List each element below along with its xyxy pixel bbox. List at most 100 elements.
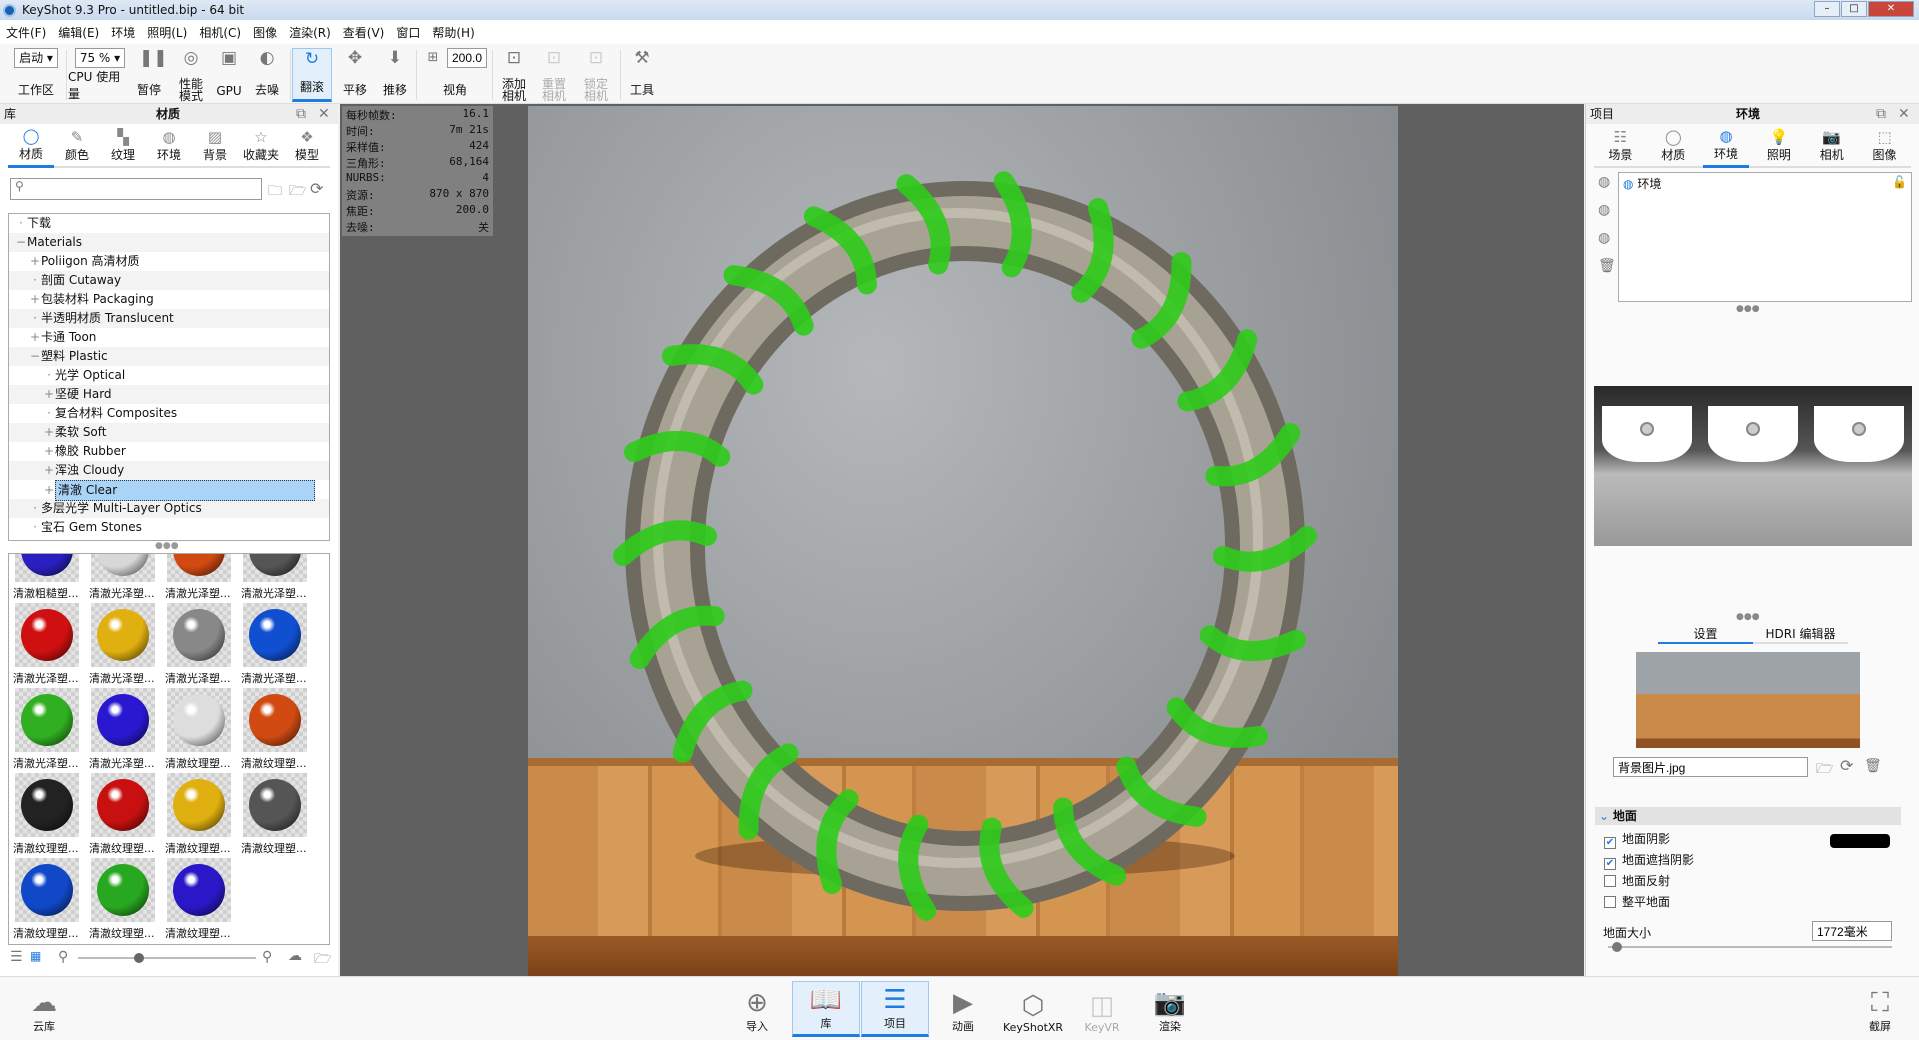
tree-item[interactable]: + 清澈 Clear	[9, 480, 329, 501]
tumble-button[interactable]: ↻ 翻滚	[292, 48, 332, 102]
expand-toggle[interactable]: ·	[29, 271, 41, 290]
tab-library-6[interactable]: ❖ 模型	[284, 124, 330, 166]
menu-item[interactable]: 文件(F)	[6, 24, 46, 41]
lock-camera-button[interactable]: ⊡ 锁定 相机	[578, 48, 614, 102]
tab-project-4[interactable]: 📷 相机	[1809, 124, 1855, 166]
material-thumbnail[interactable]	[243, 603, 307, 667]
library-search-input[interactable]: ⚲	[10, 178, 262, 200]
tab-project-5[interactable]: ⬚ 图像	[1862, 124, 1908, 166]
tab-library-4[interactable]: ▨ 背景	[192, 124, 238, 166]
delete-icon[interactable]: 🗑	[1864, 758, 1882, 774]
tree-item[interactable]: −塑料 Plastic	[9, 347, 329, 366]
thumbnail-size-slider[interactable]	[78, 953, 256, 963]
zoom-in-icon[interactable]: ⚲	[262, 949, 272, 965]
tab-hdri-editor[interactable]: HDRI 编辑器	[1753, 625, 1848, 644]
add-environment-icon[interactable]: ◍	[1598, 202, 1610, 218]
bottom-button-4[interactable]: ⬡ KeyShotXR	[999, 981, 1067, 1037]
add-camera-button[interactable]: ⊡ 添加 相机	[496, 48, 532, 102]
material-thumbnail[interactable]	[91, 554, 155, 582]
material-thumbnail[interactable]	[167, 603, 231, 667]
cloud-library-button[interactable]: ☁ 云库	[10, 981, 78, 1037]
refresh-icon[interactable]: ⟳	[310, 179, 323, 198]
bottom-button-1[interactable]: 📖 库	[792, 981, 860, 1037]
material-thumbnail[interactable]	[15, 858, 79, 922]
bottom-button-3[interactable]: ▶ 动画	[929, 981, 997, 1037]
shadow-color-swatch[interactable]	[1830, 834, 1890, 848]
add-folder-icon[interactable]: 🗀	[268, 180, 282, 204]
cpu-usage-select[interactable]: 75 % ▾	[74, 48, 126, 68]
tab-library-2[interactable]: ▚ 纹理	[100, 124, 146, 166]
list-view-icon[interactable]: ☰	[10, 949, 23, 965]
tree-item[interactable]: +Poliigon 高清材质	[9, 252, 329, 271]
gpu-button[interactable]: ▣ GPU	[214, 48, 244, 102]
maximize-button[interactable]: □	[1841, 1, 1867, 17]
tree-item[interactable]: +卡通 Toon	[9, 328, 329, 347]
close-panel-icon[interactable]: ✕	[318, 104, 330, 124]
menu-item[interactable]: 相机(C)	[199, 24, 241, 41]
material-thumbnail[interactable]	[15, 554, 79, 582]
duplicate-environment-icon[interactable]: ◍	[1598, 230, 1610, 246]
grid-view-icon[interactable]: ▦	[30, 949, 41, 963]
tree-item[interactable]: · 光学 Optical	[9, 366, 329, 385]
tree-item[interactable]: · 多层光学 Multi-Layer Optics	[9, 499, 329, 518]
material-thumbnail[interactable]	[167, 688, 231, 752]
tree-item[interactable]: −Materials	[9, 233, 329, 252]
expand-toggle[interactable]: ·	[43, 366, 55, 385]
environment-list-item[interactable]: ◍ 环境 🔓	[1619, 173, 1911, 194]
menu-item[interactable]: 编辑(E)	[58, 24, 99, 41]
folder-export-icon[interactable]: 🗁	[314, 948, 331, 972]
open-folder-icon[interactable]: 🗁	[1816, 758, 1833, 782]
ground-option[interactable]: 整平地面	[1604, 893, 1824, 914]
tree-item[interactable]: · 下载	[9, 214, 329, 233]
checkbox[interactable]: ✔	[1604, 858, 1616, 870]
performance-mode-button[interactable]: ◎ 性能 模式	[174, 48, 208, 102]
menu-item[interactable]: 照明(L)	[147, 24, 187, 41]
undock-icon[interactable]: ⧉	[296, 104, 306, 124]
tab-library-3[interactable]: ◍ 环境	[146, 124, 192, 166]
expand-toggle[interactable]: +	[29, 328, 41, 347]
render-image[interactable]	[528, 106, 1398, 976]
material-thumbnail[interactable]	[91, 858, 155, 922]
ground-size-slider[interactable]	[1608, 942, 1892, 952]
menu-item[interactable]: 图像	[253, 24, 277, 41]
reset-camera-button[interactable]: ⊡ 重置 相机	[536, 48, 572, 102]
material-thumbnail[interactable]	[15, 773, 79, 837]
close-panel-icon[interactable]: ✕	[1898, 104, 1910, 124]
hdri-preview[interactable]	[1594, 386, 1912, 546]
ground-size-input[interactable]	[1812, 921, 1892, 941]
material-thumbnail[interactable]	[167, 773, 231, 837]
tab-project-2[interactable]: ◍ 环境	[1703, 124, 1750, 168]
expand-toggle[interactable]: +	[43, 423, 55, 442]
expand-toggle[interactable]: +	[43, 442, 55, 461]
tree-item[interactable]: +柔软 Soft	[9, 423, 329, 442]
screenshot-button[interactable]: ⛶ 截屏	[1846, 981, 1914, 1037]
ground-option[interactable]: 地面反射	[1604, 872, 1824, 893]
menu-item[interactable]: 环境	[111, 24, 135, 41]
expand-toggle[interactable]: +	[43, 461, 55, 480]
undock-icon[interactable]: ⧉	[1876, 104, 1886, 124]
expand-toggle[interactable]: −	[29, 347, 41, 366]
material-thumbnail[interactable]	[91, 773, 155, 837]
ground-option[interactable]: ✔ 地面遮挡阴影	[1604, 851, 1824, 872]
material-thumbnail[interactable]	[243, 688, 307, 752]
material-thumbnail[interactable]	[243, 554, 307, 582]
dolly-button[interactable]: ⬇ 推移	[378, 48, 412, 102]
material-thumbnail[interactable]	[167, 858, 231, 922]
expand-toggle[interactable]: +	[43, 385, 55, 404]
close-button[interactable]: ✕	[1868, 1, 1914, 17]
tab-library-1[interactable]: ✎ 颜色	[54, 124, 100, 166]
tree-item[interactable]: +坚硬 Hard	[9, 385, 329, 404]
expand-toggle[interactable]: +	[43, 481, 55, 500]
tab-library-0[interactable]: ◯ 材质	[8, 124, 54, 168]
minimize-button[interactable]: –	[1814, 1, 1840, 17]
tab-project-0[interactable]: ☷ 场景	[1597, 124, 1643, 166]
material-thumbnail[interactable]	[15, 688, 79, 752]
zoom-out-icon[interactable]: ⚲	[58, 949, 68, 965]
ground-option[interactable]: ✔ 地面阴影	[1604, 830, 1824, 851]
cloud-upload-icon[interactable]: ☁	[288, 948, 302, 964]
checkbox[interactable]: ✔	[1604, 837, 1616, 849]
tree-item[interactable]: · 剖面 Cutaway	[9, 271, 329, 290]
environment-copy-icon[interactable]: ◍	[1598, 174, 1610, 190]
import-folder-icon[interactable]: 🗁	[289, 180, 306, 204]
menu-item[interactable]: 渲染(R)	[289, 24, 331, 41]
